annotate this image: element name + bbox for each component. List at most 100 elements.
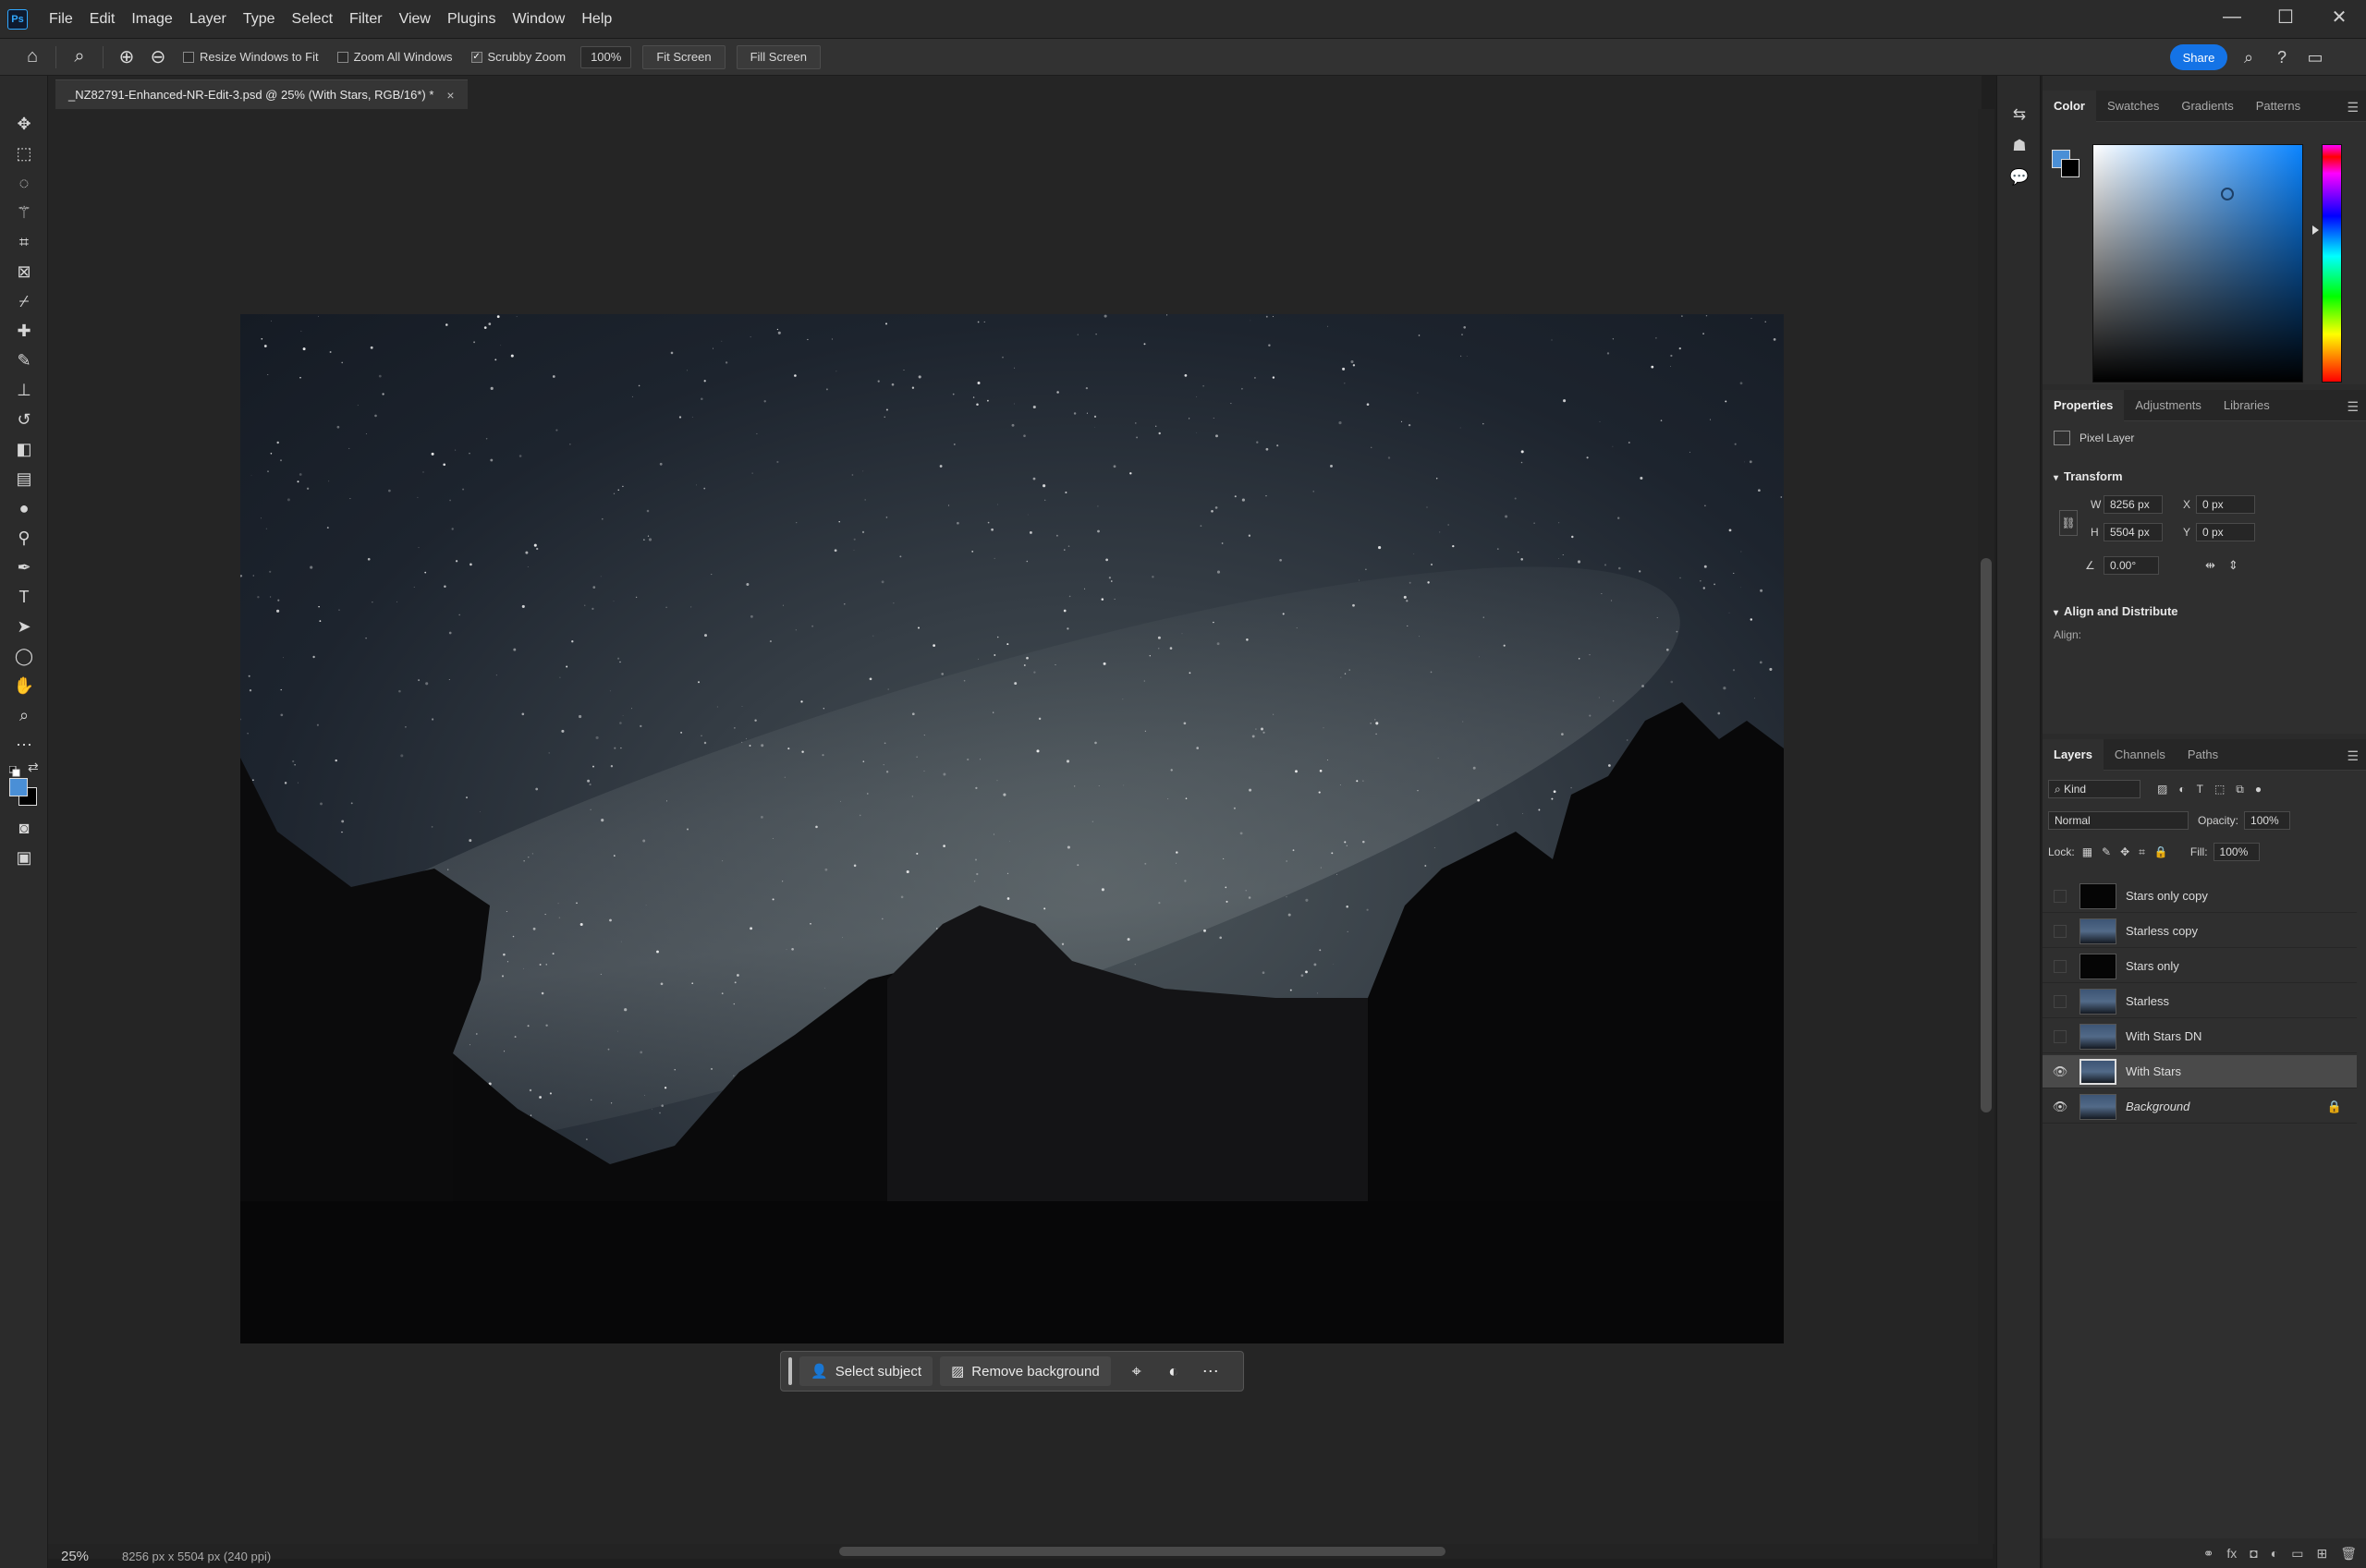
brush-tool-icon[interactable]: ✎ — [9, 347, 39, 373]
tab-swatches[interactable]: Swatches — [2096, 91, 2170, 122]
zoom-tool-preset-icon[interactable]: ⌕ — [64, 43, 95, 71]
color-background-swatch[interactable] — [2061, 159, 2079, 177]
angle-input[interactable]: 0.00° — [2104, 556, 2159, 575]
menu-type[interactable]: Type — [235, 11, 284, 28]
flip-vertical-icon[interactable]: ⇕ — [2228, 558, 2238, 573]
hand-tool-icon[interactable]: ✋ — [9, 673, 39, 699]
zoom-out-icon[interactable]: ⊖ — [142, 43, 174, 71]
resize-windows-checkbox[interactable]: Resize Windows to Fit — [183, 50, 319, 64]
zoom-tool-icon[interactable]: ⌕ — [9, 702, 39, 728]
delete-layer-icon[interactable]: 🗑 — [2340, 1546, 2357, 1562]
link-proportions-icon[interactable]: ⛓ — [2059, 510, 2078, 536]
fit-screen-button[interactable]: Fit Screen — [642, 44, 726, 69]
menu-filter[interactable]: Filter — [341, 11, 391, 28]
close-tab-icon[interactable]: × — [446, 88, 454, 103]
filter-type-icon[interactable]: T — [2197, 783, 2203, 796]
history-panel-icon[interactable]: ⇆ — [2006, 102, 2033, 128]
select-subject-button[interactable]: 👤 Select subject — [799, 1356, 933, 1386]
tab-patterns[interactable]: Patterns — [2245, 91, 2311, 122]
layer-row-selected[interactable]: 👁 With Stars — [2043, 1055, 2357, 1088]
visibility-toggle[interactable] — [2050, 956, 2070, 977]
close-button[interactable]: ✕ — [2312, 0, 2366, 33]
zoom-in-icon[interactable]: ⊕ — [111, 43, 142, 71]
more-tools-icon[interactable]: ⋯ — [9, 732, 39, 758]
panel-menu-icon[interactable]: ☰ — [2347, 748, 2359, 764]
tab-properties[interactable]: Properties — [2043, 389, 2125, 421]
layer-style-icon[interactable]: fx — [2226, 1546, 2237, 1561]
width-input[interactable]: 8256 px — [2104, 495, 2163, 514]
height-input[interactable]: 5504 px — [2104, 523, 2163, 541]
more-options-icon[interactable]: ⋯ — [1192, 1356, 1229, 1386]
eyedropper-tool-icon[interactable]: ⌿ — [9, 288, 39, 314]
fill-screen-button[interactable]: Fill Screen — [736, 44, 821, 69]
gradient-tool-icon[interactable]: ▤ — [9, 466, 39, 492]
tab-gradients[interactable]: Gradients — [2170, 91, 2244, 122]
lock-position-icon[interactable]: ✥ — [2120, 845, 2129, 858]
tab-channels[interactable]: Channels — [2104, 739, 2177, 771]
filter-smart-object-icon[interactable]: ⧉ — [2236, 783, 2244, 796]
menu-select[interactable]: Select — [284, 11, 341, 28]
link-layers-icon[interactable]: ⚭ — [2203, 1546, 2214, 1562]
help-icon[interactable]: ? — [2268, 43, 2296, 71]
color-picker-cursor[interactable] — [2221, 188, 2234, 201]
opacity-input[interactable]: 100% — [2244, 811, 2291, 830]
menu-file[interactable]: File — [41, 11, 81, 28]
foreground-color-swatch[interactable] — [9, 778, 28, 796]
filter-toggle-icon[interactable]: ● — [2255, 783, 2262, 796]
layer-row[interactable]: Starless copy — [2043, 915, 2357, 948]
layer-row[interactable]: Starless — [2043, 985, 2357, 1018]
search-icon[interactable]: ⌕ — [2235, 43, 2262, 71]
marquee-tool-icon[interactable]: ⬚ — [9, 140, 39, 166]
share-button[interactable]: Share — [2170, 44, 2227, 70]
new-layer-icon[interactable]: ⊞ — [2316, 1546, 2327, 1562]
visibility-toggle[interactable] — [2050, 991, 2070, 1012]
flip-horizontal-icon[interactable]: ⇹ — [2205, 558, 2215, 573]
vertical-scroll-thumb[interactable] — [1981, 558, 1992, 1112]
move-tool-icon[interactable]: ✥ — [9, 111, 39, 137]
drag-handle[interactable] — [788, 1357, 792, 1385]
stamp-tool-icon[interactable]: ⊥ — [9, 377, 39, 403]
filter-pixel-icon[interactable]: ▨ — [2157, 783, 2167, 796]
dodge-tool-icon[interactable]: ⚲ — [9, 525, 39, 551]
menu-help[interactable]: Help — [573, 11, 620, 28]
menu-view[interactable]: View — [391, 11, 439, 28]
visibility-toggle[interactable] — [2050, 1027, 2070, 1047]
home-icon[interactable]: ⌂ — [17, 43, 48, 71]
magic-wand-tool-icon[interactable]: ⚚ — [9, 200, 39, 225]
remove-background-button[interactable]: ▨ Remove background — [940, 1356, 1111, 1386]
comments-panel-icon[interactable]: 💬 — [2006, 164, 2033, 190]
adjustment-icon[interactable]: ◐ — [1155, 1356, 1192, 1386]
eye-icon[interactable]: 👁 — [2050, 1062, 2070, 1082]
healing-brush-tool-icon[interactable]: ✚ — [9, 318, 39, 344]
filter-adjustment-icon[interactable]: ◐ — [2178, 783, 2185, 796]
transform-icon[interactable]: ⌖ — [1118, 1356, 1155, 1386]
transform-section-title[interactable]: ▾ Transform — [2054, 469, 2123, 483]
color-picker-field[interactable] — [2092, 144, 2303, 383]
y-input[interactable]: 0 px — [2196, 523, 2255, 541]
type-tool-icon[interactable]: T — [9, 584, 39, 610]
new-group-icon[interactable]: ▭ — [2291, 1546, 2303, 1562]
hue-slider-arrow[interactable] — [2312, 225, 2319, 235]
panel-menu-icon[interactable]: ☰ — [2347, 100, 2359, 115]
menu-edit[interactable]: Edit — [81, 11, 124, 28]
tab-libraries[interactable]: Libraries — [2213, 390, 2281, 421]
menu-plugins[interactable]: Plugins — [439, 11, 504, 28]
scrubby-zoom-checkbox[interactable]: ✓ Scrubby Zoom — [470, 50, 566, 64]
tab-paths[interactable]: Paths — [2177, 739, 2229, 771]
tab-adjustments[interactable]: Adjustments — [2124, 390, 2213, 421]
menu-layer[interactable]: Layer — [181, 11, 235, 28]
horizontal-scrollbar[interactable] — [48, 1544, 1993, 1559]
lasso-tool-icon[interactable]: ◌ — [9, 170, 39, 196]
history-brush-tool-icon[interactable]: ↺ — [9, 407, 39, 432]
layer-row[interactable]: 👁 Background 🔒 — [2043, 1090, 2357, 1124]
filter-shape-icon[interactable]: ⬚ — [2214, 783, 2225, 796]
add-mask-icon[interactable]: ◘ — [2250, 1546, 2257, 1561]
layer-row[interactable]: Stars only — [2043, 950, 2357, 983]
tab-color[interactable]: Color — [2043, 90, 2096, 122]
fill-input[interactable]: 100% — [2213, 843, 2260, 861]
canvas-area[interactable] — [48, 109, 1982, 1544]
zoom-all-windows-checkbox[interactable]: Zoom All Windows — [336, 50, 453, 64]
quick-mask-icon[interactable]: ◙ — [9, 815, 39, 841]
pen-tool-icon[interactable]: ✒ — [9, 554, 39, 580]
zoom-percent-field[interactable]: 100% — [580, 45, 632, 68]
